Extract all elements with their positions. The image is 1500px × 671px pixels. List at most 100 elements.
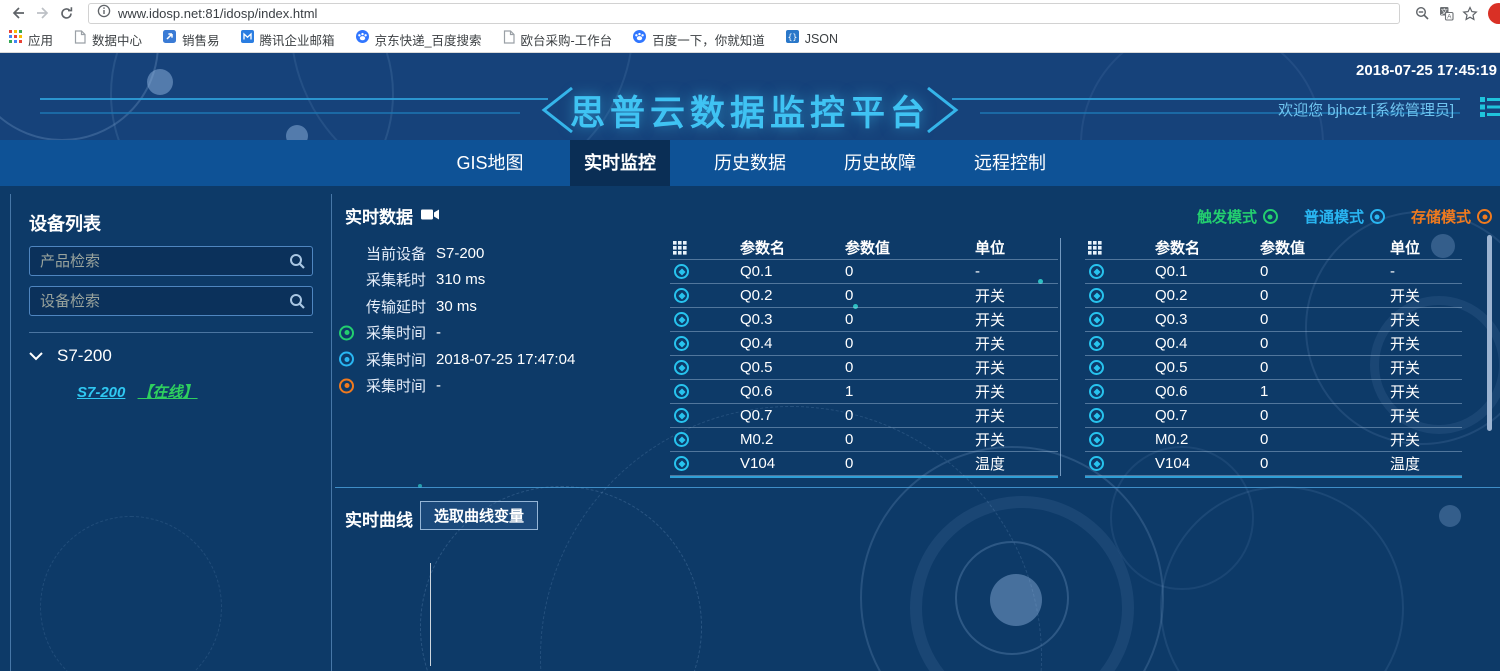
bullseye-icon[interactable] <box>674 360 689 375</box>
device-search <box>29 286 313 316</box>
param-unit-cell: 开关 <box>1390 381 1462 402</box>
svg-text:A: A <box>1447 13 1452 20</box>
param-value-cell: 0 <box>1260 431 1390 448</box>
bookmark-item-tencent-mail[interactable]: 腾讯企业邮箱 <box>241 30 335 49</box>
target-circle-icon <box>1477 209 1492 224</box>
param-name-cell: Q0.1 <box>740 263 845 280</box>
tencent-mail-icon <box>241 30 254 48</box>
table-row: Q0.50开关 <box>670 356 1058 380</box>
select-curve-variables-button[interactable]: 选取曲线变量 <box>420 501 538 530</box>
param-name-cell: M0.2 <box>740 431 845 448</box>
bullseye-icon[interactable] <box>1089 312 1104 327</box>
scrollbar[interactable] <box>1487 235 1492 431</box>
bullseye-icon[interactable] <box>674 384 689 399</box>
bullseye-icon[interactable] <box>674 456 689 471</box>
bookmark-item-jd-express[interactable]: 京东快递_百度搜索 <box>356 30 482 49</box>
mode-button-normal-mode[interactable]: 普通模式 <box>1304 206 1385 227</box>
info-row: 当前设备S7-200 <box>339 240 654 267</box>
product-search-input[interactable] <box>29 246 313 276</box>
bullseye-icon[interactable] <box>1089 456 1104 471</box>
param-value-cell: 0 <box>1260 335 1390 352</box>
tab-remote-control[interactable]: 远程控制 <box>960 140 1060 186</box>
bullseye-icon[interactable] <box>674 336 689 351</box>
back-icon[interactable] <box>6 2 30 24</box>
tab-realtime-monitor[interactable]: 实时监控 <box>570 140 670 186</box>
info-label: 当前设备 <box>366 243 430 264</box>
param-unit-cell: 开关 <box>975 357 1058 378</box>
bullseye-icon[interactable] <box>1089 360 1104 375</box>
param-unit-cell: 开关 <box>975 309 1058 330</box>
bookmark-item-baidu[interactable]: 百度一下，你就知道 <box>633 30 765 49</box>
status-dot-icon <box>339 352 354 367</box>
forward-icon[interactable] <box>30 2 54 24</box>
device-info: 当前设备S7-200采集耗时310 ms传输延时30 ms采集时间-采集时间20… <box>339 240 654 399</box>
profile-avatar[interactable] <box>1488 3 1500 24</box>
realtime-data-title: 实时数据 <box>345 203 413 228</box>
bullseye-icon[interactable] <box>674 264 689 279</box>
bookmark-label: 百度一下，你就知道 <box>652 30 765 49</box>
bullseye-icon[interactable] <box>1089 336 1104 351</box>
bullseye-icon[interactable] <box>1089 288 1104 303</box>
info-label: 采集时间 <box>366 322 430 343</box>
bullseye-icon[interactable] <box>1089 408 1104 423</box>
info-value: 310 ms <box>436 271 485 288</box>
bookmark-item-apps[interactable]: 应用 <box>9 30 53 49</box>
bullseye-icon[interactable] <box>1089 432 1104 447</box>
param-value-cell: 0 <box>1260 311 1390 328</box>
bookmark-label: 欧台采购-工作台 <box>521 30 613 49</box>
param-value-cell: 0 <box>845 263 975 280</box>
bookmark-label: 腾讯企业邮箱 <box>260 30 335 49</box>
current-datetime: 2018-07-25 17:45:19 <box>1356 62 1497 79</box>
device-link[interactable]: S7-200 【在线】 <box>77 381 313 402</box>
chevron-down-icon[interactable] <box>29 346 43 366</box>
grid-icon[interactable] <box>1088 241 1155 255</box>
bookmark-star-icon[interactable] <box>1458 2 1482 24</box>
table-row: Q0.70开关 <box>1085 404 1462 428</box>
grid-icon[interactable] <box>673 241 740 255</box>
bookmark-item-json[interactable]: {}JSON <box>786 30 838 48</box>
bullseye-icon[interactable] <box>674 288 689 303</box>
menu-list-icon[interactable] <box>1480 96 1500 123</box>
table-row: Q0.40开关 <box>670 332 1058 356</box>
info-label: 采集耗时 <box>366 269 430 290</box>
mode-label: 存储模式 <box>1411 206 1471 227</box>
browser-toolbar: www.idosp.net:81/idosp/index.html 文A <box>0 0 1500 26</box>
param-table-right: 参数名参数值单位Q0.10-Q0.20开关Q0.30开关Q0.40开关Q0.50… <box>1085 236 1462 478</box>
bullseye-icon[interactable] <box>674 312 689 327</box>
bullseye-icon[interactable] <box>674 432 689 447</box>
refresh-icon[interactable] <box>54 2 78 24</box>
tab-gis-map[interactable]: GIS地图 <box>440 140 540 186</box>
search-icon[interactable] <box>289 293 306 315</box>
info-row: 采集时间- <box>339 320 654 347</box>
zoom-out-icon[interactable] <box>1410 2 1434 24</box>
bullseye-icon[interactable] <box>1089 264 1104 279</box>
bookmark-label: 销售易 <box>182 30 220 49</box>
param-value-cell: 0 <box>1260 287 1390 304</box>
bookmark-item-xiaoshouyi[interactable]: 销售易 <box>163 30 220 49</box>
bookmark-item-outai-procurement[interactable]: 欧台采购-工作台 <box>503 30 613 49</box>
device-search-input[interactable] <box>29 286 313 316</box>
bullseye-icon[interactable] <box>674 408 689 423</box>
target-circle-icon <box>1263 209 1278 224</box>
tab-history-data[interactable]: 历史数据 <box>700 140 800 186</box>
search-icon[interactable] <box>289 253 306 275</box>
param-value-cell: 0 <box>1260 263 1390 280</box>
page-info-icon[interactable] <box>97 4 111 23</box>
param-unit-cell: - <box>1390 263 1462 280</box>
param-name-cell: Q0.4 <box>1155 335 1260 352</box>
status-dot-icon <box>339 325 354 340</box>
table-row: Q0.61开关 <box>1085 380 1462 404</box>
bullseye-icon[interactable] <box>1089 384 1104 399</box>
column-header: 参数名 <box>1155 237 1260 258</box>
bookmark-label: JSON <box>805 32 838 46</box>
param-value-cell: 1 <box>1260 383 1390 400</box>
translate-icon[interactable]: 文A <box>1434 2 1458 24</box>
mode-button-storage-mode[interactable]: 存储模式 <box>1411 206 1492 227</box>
mode-button-trigger-mode[interactable]: 触发模式 <box>1197 206 1278 227</box>
address-bar[interactable]: www.idosp.net:81/idosp/index.html <box>88 3 1400 24</box>
device-group-node[interactable]: S7-200 <box>29 346 313 366</box>
param-name-cell: Q0.7 <box>740 407 845 424</box>
tab-history-fault[interactable]: 历史故障 <box>830 140 930 186</box>
bookmark-item-data-center[interactable]: 数据中心 <box>74 30 142 49</box>
param-unit-cell: 开关 <box>1390 405 1462 426</box>
